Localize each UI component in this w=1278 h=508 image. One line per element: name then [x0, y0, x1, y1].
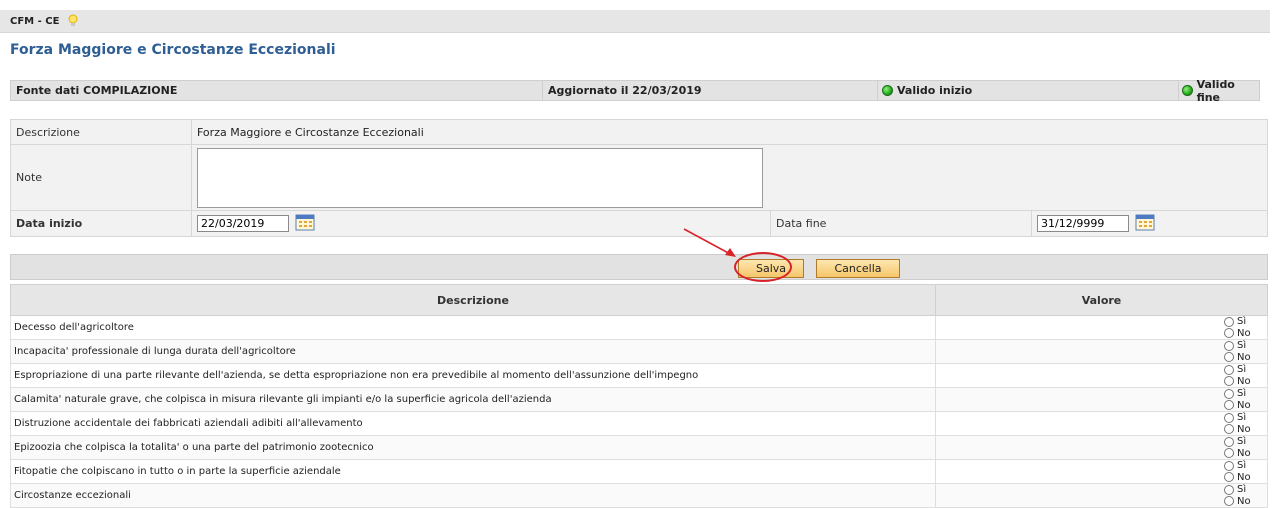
description-value: Forza Maggiore e Circostanze Eccezionali	[191, 119, 1268, 145]
note-label: Note	[10, 144, 192, 211]
start-date-input[interactable]	[197, 215, 289, 232]
radio-no-label: No	[1237, 495, 1251, 507]
radio-no-label: No	[1237, 399, 1251, 411]
radio-no[interactable]	[1224, 376, 1234, 386]
valid-start-label: Valido inizio	[897, 84, 973, 97]
column-header-value: Valore	[935, 284, 1268, 316]
radio-no-label: No	[1237, 423, 1251, 435]
status-dot-icon	[1182, 85, 1193, 96]
row-description: Circostanze eccezionali	[10, 483, 936, 508]
radio-no[interactable]	[1224, 400, 1234, 410]
radio-si-label: Sì	[1237, 412, 1247, 423]
radio-no[interactable]	[1224, 472, 1234, 482]
radio-si[interactable]	[1224, 412, 1234, 423]
radio-no-label: No	[1237, 447, 1251, 459]
top-bar: CFM - CE	[0, 10, 1270, 33]
radio-no-label: No	[1237, 375, 1251, 387]
valid-end-status: Valido fine	[1182, 78, 1259, 104]
radio-si[interactable]	[1224, 388, 1234, 399]
table-row: Decesso dell'agricoltore SìNo	[10, 315, 1268, 340]
radio-si-label: Sì	[1237, 364, 1247, 375]
row-description: Epizoozia che colpisca la totalita' o un…	[10, 435, 936, 460]
radio-si-label: Sì	[1237, 460, 1247, 471]
table-row: Epizoozia che colpisca la totalita' o un…	[10, 435, 1268, 460]
calendar-icon[interactable]	[295, 214, 315, 234]
row-description: Incapacita' professionale di lunga durat…	[10, 339, 936, 364]
cancel-button[interactable]: Cancella	[816, 259, 900, 278]
data-source: Fonte dati COMPILAZIONE	[16, 84, 178, 97]
row-description: Fitopatie che colpiscano in tutto o in p…	[10, 459, 936, 484]
table-row: Fitopatie che colpiscano in tutto o in p…	[10, 459, 1268, 484]
end-date-label: Data fine	[770, 210, 1032, 237]
status-dot-icon	[882, 85, 893, 96]
radio-si[interactable]	[1224, 340, 1234, 351]
annotation-arrow-icon	[683, 228, 736, 257]
lightbulb-icon[interactable]	[67, 14, 79, 28]
row-value: SìNo	[935, 459, 1268, 484]
save-button[interactable]: Salva	[738, 259, 804, 278]
button-bar: Salva Cancella	[10, 254, 1268, 280]
description-label: Descrizione	[10, 119, 192, 145]
info-bar: Fonte dati COMPILAZIONE Aggiornato il 22…	[10, 78, 1260, 104]
radio-no-label: No	[1237, 351, 1251, 363]
table-row: Incapacita' professionale di lunga durat…	[10, 339, 1268, 364]
valid-end-label: Valido fine	[1196, 77, 1235, 104]
radio-no-label: No	[1237, 471, 1251, 483]
table-row: Distruzione accidentale dei fabbricati a…	[10, 411, 1268, 436]
radio-si-label: Sì	[1237, 316, 1247, 327]
row-description: Decesso dell'agricoltore	[10, 315, 936, 340]
radio-si[interactable]	[1224, 460, 1234, 471]
app-code: CFM - CE	[10, 15, 60, 27]
table-row: Circostanze eccezionali SìNo	[10, 483, 1268, 508]
radio-si-label: Sì	[1237, 340, 1247, 351]
radio-si[interactable]	[1224, 316, 1234, 327]
radio-no[interactable]	[1224, 496, 1234, 506]
row-value: SìNo	[935, 315, 1268, 340]
page-title: Forza Maggiore e Circostanze Eccezionali	[10, 42, 336, 58]
row-value: SìNo	[935, 363, 1268, 388]
row-value: SìNo	[935, 411, 1268, 436]
row-value: SìNo	[935, 435, 1268, 460]
row-value: SìNo	[935, 483, 1268, 508]
radio-no[interactable]	[1224, 352, 1234, 362]
table-row: Espropriazione di una parte rilevante de…	[10, 363, 1268, 388]
radio-si-label: Sì	[1237, 484, 1247, 495]
radio-no-label: No	[1237, 327, 1251, 339]
row-value: SìNo	[935, 339, 1268, 364]
start-date-label: Data inizio	[10, 210, 192, 237]
radio-si-label: Sì	[1237, 388, 1247, 399]
calendar-icon[interactable]	[1135, 214, 1155, 234]
criteria-table: Descrizione Valore Decesso dell'agricolt…	[10, 284, 1268, 508]
radio-si[interactable]	[1224, 484, 1234, 495]
column-header-description: Descrizione	[10, 284, 936, 316]
radio-si-label: Sì	[1237, 436, 1247, 447]
detail-form: Descrizione Forza Maggiore e Circostanze…	[10, 119, 1268, 237]
row-value: SìNo	[935, 387, 1268, 412]
radio-no[interactable]	[1224, 448, 1234, 458]
row-description: Espropriazione di una parte rilevante de…	[10, 363, 936, 388]
note-textarea[interactable]	[197, 147, 763, 208]
table-row: Calamita' naturale grave, che colpisca i…	[10, 387, 1268, 412]
radio-no[interactable]	[1224, 328, 1234, 338]
row-description: Calamita' naturale grave, che colpisca i…	[10, 387, 936, 412]
row-description: Distruzione accidentale dei fabbricati a…	[10, 411, 936, 436]
radio-si[interactable]	[1224, 436, 1234, 447]
end-date-input[interactable]	[1037, 215, 1129, 232]
radio-si[interactable]	[1224, 364, 1234, 375]
valid-start-status: Valido inizio	[882, 81, 972, 100]
radio-no[interactable]	[1224, 424, 1234, 434]
updated-date: Aggiornato il 22/03/2019	[548, 84, 702, 97]
